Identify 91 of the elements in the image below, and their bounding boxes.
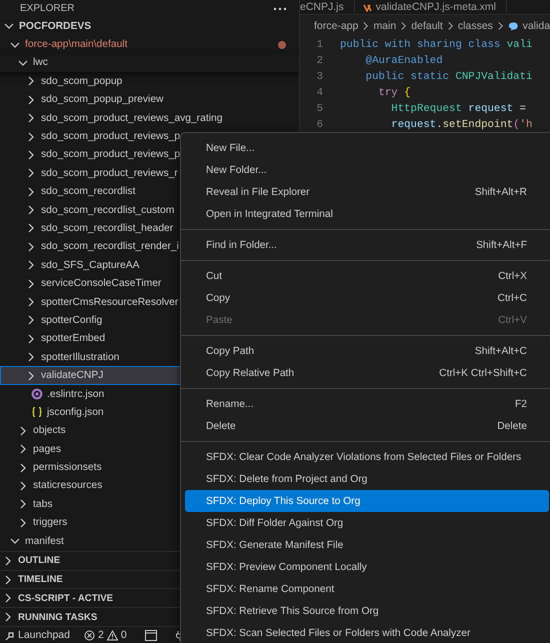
tree-item-label: sdo_scom_recordlist_header	[41, 222, 174, 234]
tree-item-label: lwc	[33, 57, 48, 68]
breadcrumb-item[interactable]: valida	[522, 20, 550, 32]
line-number: 1	[316, 38, 324, 53]
tree-item-label: spotterCmsResourceResolver	[41, 296, 178, 308]
tree-item-label: serviceConsoleCaseTimer	[41, 278, 162, 290]
tree-item-label: sdo_scom_recordlist	[41, 186, 136, 198]
breadcrumb-item[interactable]: force-app	[314, 20, 358, 32]
tree-item-label: sdo_scom_product_reviews_avg_rating	[41, 112, 222, 124]
tree-item-label: sdo_scom_recordlist_custom	[41, 204, 174, 216]
section-title: RUNNING TASKS	[18, 612, 98, 623]
menu-item[interactable]: Copy Path Shift+Alt+C	[185, 340, 549, 362]
tree-item[interactable]: lwc	[0, 54, 299, 72]
more-actions-icon[interactable]	[273, 6, 287, 10]
menu-item[interactable]: Rename... F2	[185, 393, 549, 415]
breadcrumb-item[interactable]: main	[373, 20, 396, 32]
breadcrumb-item[interactable]: classes	[458, 20, 493, 32]
editor-tab[interactable]: validateCNPJ.js-meta.xml	[354, 0, 507, 14]
tree-item-label: spotterEmbed	[41, 333, 106, 344]
code-line: try {	[377, 86, 412, 101]
problems-item[interactable]: 2 0	[84, 629, 127, 641]
tree-item-label: tabs	[33, 498, 52, 510]
chevron-right-icon	[400, 21, 408, 31]
code-line: HttpRequest request =	[390, 102, 528, 117]
tree-item-label: sdo_scom_product_reviews_p	[41, 149, 180, 160]
shortcut-label: Ctrl+V	[498, 314, 527, 326]
shortcut-label: Ctrl+C	[498, 292, 527, 304]
section-title: CS-SCRIPT - ACTIVE	[18, 592, 114, 604]
shortcut-label: F2	[514, 398, 527, 410]
chevron-right-icon	[496, 21, 504, 31]
tree-item-label: pages	[33, 444, 62, 455]
explorer-title: EXPLORER	[20, 3, 74, 14]
braces-icon	[31, 406, 43, 418]
launchpad-item[interactable]: Launchpad	[4, 629, 70, 641]
shortcut-label: Delete	[497, 420, 527, 432]
tree-item-label: spotterConfig	[41, 314, 102, 326]
code-line: public with sharing class vali	[340, 38, 534, 53]
tree-item-label: sdo_scom_recordlist_render_i	[41, 241, 179, 252]
shortcut-label: Shift+Alt+C	[474, 346, 527, 356]
tree-item-label: manifest	[25, 536, 64, 547]
tree-item-label: force-app\main\default	[25, 39, 128, 50]
code-line: request.setEndpoint('h	[390, 118, 534, 133]
tree-item-label: sdo_scom_popup	[41, 76, 122, 87]
tree-item-label: POCFORDEVS	[19, 20, 92, 32]
tree-item-label: .eslintrc.json	[47, 388, 104, 400]
menu-item[interactable]: SFDX: Delete from Project and Org	[185, 468, 549, 490]
tree-item[interactable]: sdo_scom_popup_preview	[0, 90, 299, 109]
xml-file-icon	[362, 2, 372, 12]
menu-item[interactable]: SFDX: Clear Code Analyzer Violations from Selected Files or Folders	[185, 446, 549, 468]
shortcut-label: Shift+Alt+F	[476, 240, 527, 250]
error-icon	[84, 630, 95, 640]
chevron-right-icon	[446, 21, 454, 31]
code-line: public static CNPJValidati	[364, 70, 534, 85]
menu-item[interactable]: SFDX: Diff Folder Against Org	[185, 512, 549, 534]
tree-item-label: triggers	[33, 517, 68, 528]
shortcut-label: Ctrl+K Ctrl+Shift+C	[439, 368, 527, 378]
menu-item[interactable]: Delete Delete	[185, 415, 549, 437]
tree-item-label: sdo_scom_product_reviews_p	[41, 131, 180, 142]
tree-item[interactable]: sdo_scom_popup	[0, 72, 299, 91]
chevron-right-icon	[362, 21, 370, 31]
menu-item[interactable]: SFDX: Deploy This Source to Org	[185, 490, 549, 512]
section-title: TIMELINE	[18, 574, 63, 585]
tree-item[interactable]: sdo_scom_product_reviews_avg_rating	[0, 108, 299, 128]
tree-item-label: staticresources	[33, 480, 102, 492]
panel-icon[interactable]	[144, 630, 157, 640]
line-number: 5	[316, 102, 324, 117]
tree-item-label: sdo_scom_product_reviews_r	[41, 168, 178, 179]
warning-icon	[106, 630, 118, 640]
menu-item[interactable]: Cut Ctrl+X	[185, 265, 549, 287]
line-number: 2	[316, 54, 324, 69]
tree-item-label: sdo_scom_popup_preview	[41, 94, 164, 106]
modified-dot-icon	[278, 40, 286, 49]
line-number: 6	[316, 118, 324, 133]
tree-item-label: sdo_SFS_CaptureAA	[41, 260, 140, 271]
code-line: @AuraEnabled	[364, 54, 444, 69]
line-number: 3	[316, 70, 324, 85]
tree-item-label: objects	[33, 425, 66, 436]
menu-item[interactable]: New File...	[185, 137, 549, 159]
menu-item[interactable]: New Folder...	[185, 159, 549, 181]
section-title: OUTLINE	[18, 555, 60, 566]
shortcut-label: Shift+Alt+R	[474, 186, 527, 198]
shortcut-label: Ctrl+X	[498, 270, 527, 282]
tree-item-label: jsconfig.json	[47, 406, 104, 418]
menu-item[interactable]: Reveal in File Explorer Shift+Alt+R	[185, 181, 549, 203]
tree-item-label: spotterIllustration	[41, 352, 120, 363]
breadcrumb-item[interactable]: default	[411, 20, 443, 32]
tree-item-label: permissionsets	[33, 462, 102, 474]
tree-item-label: validateCNPJ	[41, 370, 104, 382]
editor-tab[interactable]: eCNPJ.js	[300, 0, 355, 14]
menu-item[interactable]: Copy Ctrl+C	[185, 287, 549, 309]
line-number: 4	[316, 86, 324, 101]
